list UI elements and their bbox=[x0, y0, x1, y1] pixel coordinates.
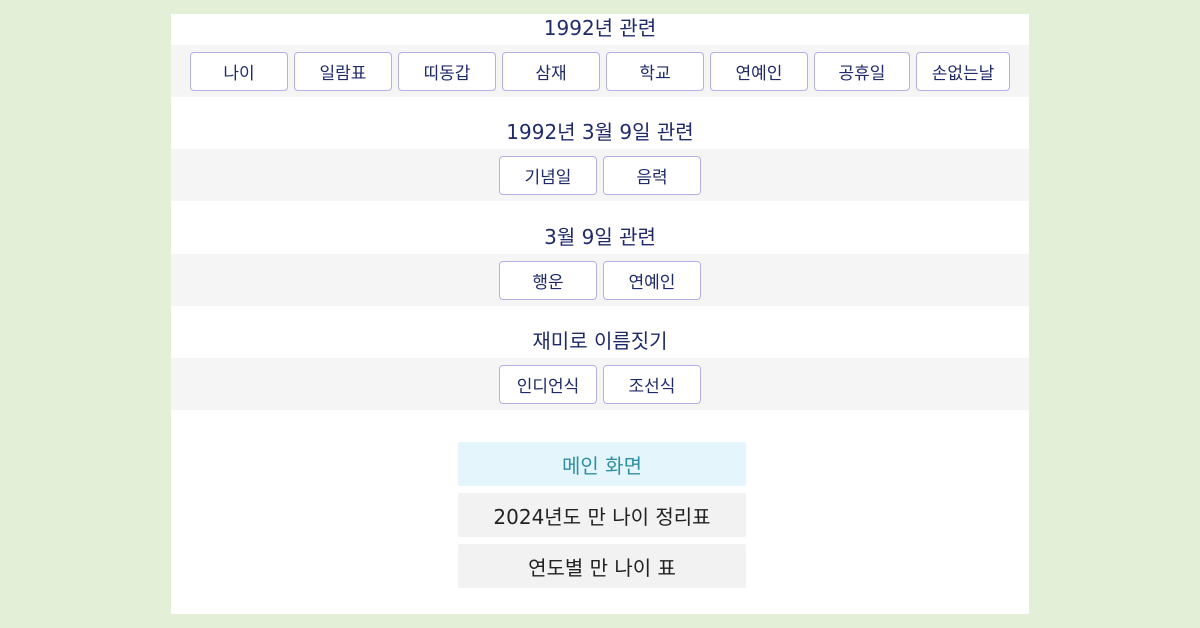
button-row-1992: 나이 일람표 띠동갑 삼재 학교 연예인 공휴일 손없는날 bbox=[171, 45, 1029, 97]
calendar-table-button[interactable]: 일람표 bbox=[294, 51, 392, 91]
indian-style-name-button[interactable]: 인디언식 bbox=[499, 364, 597, 404]
anniversary-button[interactable]: 기념일 bbox=[499, 155, 597, 195]
samjae-button[interactable]: 삼재 bbox=[502, 51, 600, 91]
school-button[interactable]: 학교 bbox=[606, 51, 704, 91]
content-panel: 1992년 관련 나이 일람표 띠동갑 삼재 학교 연예인 공휴일 손없는날 1… bbox=[171, 14, 1029, 614]
celebrity-birthday-button[interactable]: 연예인 bbox=[603, 260, 701, 300]
lunar-calendar-button[interactable]: 음력 bbox=[603, 155, 701, 195]
main-screen-button[interactable]: 메인 화면 bbox=[458, 442, 746, 486]
age-button[interactable]: 나이 bbox=[190, 51, 288, 91]
button-row-naming: 인디언식 조선식 bbox=[171, 358, 1029, 410]
luck-button[interactable]: 행운 bbox=[499, 260, 597, 300]
section-title-1992: 1992년 관련 bbox=[543, 16, 657, 40]
holiday-button[interactable]: 공휴일 bbox=[814, 51, 910, 91]
button-row-date: 기념일 음력 bbox=[171, 149, 1029, 201]
section-title-date: 1992년 3월 9일 관련 bbox=[506, 120, 694, 144]
section-title-month-day: 3월 9일 관련 bbox=[544, 225, 656, 249]
section-title-naming: 재미로 이름짓기 bbox=[532, 329, 668, 353]
yearly-age-table-button[interactable]: 연도별 만 나이 표 bbox=[458, 544, 746, 588]
zodiac-mate-button[interactable]: 띠동갑 bbox=[398, 51, 496, 91]
button-row-month-day: 행운 연예인 bbox=[171, 254, 1029, 306]
auspicious-day-button[interactable]: 손없는날 bbox=[916, 51, 1010, 91]
joseon-style-name-button[interactable]: 조선식 bbox=[603, 364, 701, 404]
age-table-2024-button[interactable]: 2024년도 만 나이 정리표 bbox=[458, 493, 746, 537]
celebrity-button[interactable]: 연예인 bbox=[710, 51, 808, 91]
